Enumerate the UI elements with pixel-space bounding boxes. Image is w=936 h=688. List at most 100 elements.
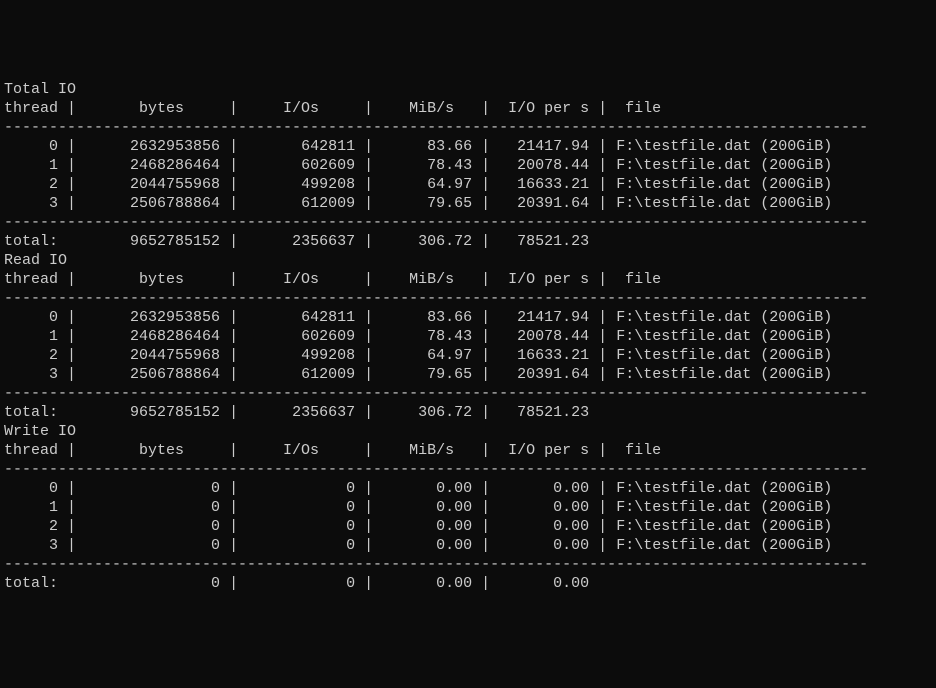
cell-iops: 21417.94 [499, 309, 589, 326]
cell-ios: 602609 [247, 328, 355, 345]
table-row: 1 | 2468286464 | 602609 | 78.43 | 20078.… [4, 327, 932, 346]
cell-iops: 20391.64 [499, 366, 589, 383]
cell-ios: 602609 [247, 157, 355, 174]
cell-file: F:\testfile.dat (200GiB) [616, 176, 832, 193]
table-header: thread | bytes | I/Os | MiB/s | I/O per … [4, 99, 932, 118]
cell-ios: 0 [247, 480, 355, 497]
table-row: 0 | 0 | 0 | 0.00 | 0.00 | F:\testfile.da… [4, 479, 932, 498]
cell-bytes: 0 [85, 499, 220, 516]
cell-file: F:\testfile.dat (200GiB) [616, 537, 832, 554]
table-header: thread | bytes | I/Os | MiB/s | I/O per … [4, 441, 932, 460]
cell-iops: 0.00 [499, 480, 589, 497]
cell-bytes: 2044755968 [85, 347, 220, 364]
cell-bytes: 2632953856 [85, 309, 220, 326]
cell-mibs: 306.72 [382, 404, 472, 421]
cell-mibs: 78.43 [382, 157, 472, 174]
cell-file: F:\testfile.dat (200GiB) [616, 157, 832, 174]
cell-bytes: 0 [85, 480, 220, 497]
cell-ios: 0 [247, 575, 355, 592]
section-title-line: Write IO [4, 422, 932, 441]
cell-iops: 78521.23 [499, 233, 589, 250]
cell-iops: 20078.44 [499, 328, 589, 345]
cell-ios: 0 [247, 499, 355, 516]
cell-mibs: 83.66 [382, 138, 472, 155]
cell-bytes: 2506788864 [85, 366, 220, 383]
cell-thread: 0 [4, 138, 58, 155]
cell-thread: 2 [4, 347, 58, 364]
cell-iops: 0.00 [499, 499, 589, 516]
table-row: 2 | 2044755968 | 499208 | 64.97 | 16633.… [4, 346, 932, 365]
cell-file: F:\testfile.dat (200GiB) [616, 347, 832, 364]
cell-iops: 20391.64 [499, 195, 589, 212]
table-total: total: 0 | 0 | 0.00 | 0.00 [4, 574, 932, 593]
cell-thread: 2 [4, 176, 58, 193]
cell-mibs: 0.00 [382, 518, 472, 535]
cell-file: F:\testfile.dat (200GiB) [616, 366, 832, 383]
cell-ios: 642811 [247, 309, 355, 326]
cell-bytes: 9652785152 [85, 404, 220, 421]
cell-thread: 1 [4, 499, 58, 516]
divider: ----------------------------------------… [4, 119, 868, 136]
cell-file: F:\testfile.dat (200GiB) [616, 518, 832, 535]
table-row: 1 | 0 | 0 | 0.00 | 0.00 | F:\testfile.da… [4, 498, 932, 517]
cell-mibs: 83.66 [382, 309, 472, 326]
cell-total-label: total: [4, 404, 58, 421]
cell-file: F:\testfile.dat (200GiB) [616, 309, 832, 326]
cell-file: F:\testfile.dat (200GiB) [616, 499, 832, 516]
table-total: total: 9652785152 | 2356637 | 306.72 | 7… [4, 232, 932, 251]
divider: ----------------------------------------… [4, 385, 868, 402]
cell-bytes: 0 [85, 537, 220, 554]
cell-thread: 0 [4, 480, 58, 497]
cell-bytes: 0 [85, 518, 220, 535]
cell-ios: 642811 [247, 138, 355, 155]
divider-line: ----------------------------------------… [4, 384, 932, 403]
table-row: 3 | 2506788864 | 612009 | 79.65 | 20391.… [4, 365, 932, 384]
cell-ios: 0 [247, 518, 355, 535]
divider: ----------------------------------------… [4, 214, 868, 231]
cell-iops: 20078.44 [499, 157, 589, 174]
cell-mibs: 306.72 [382, 233, 472, 250]
cell-file: F:\testfile.dat (200GiB) [616, 480, 832, 497]
cell-bytes: 2468286464 [85, 157, 220, 174]
section-title: Read IO [4, 252, 67, 269]
table-row: 2 | 2044755968 | 499208 | 64.97 | 16633.… [4, 175, 932, 194]
cell-total-label: total: [4, 575, 58, 592]
cell-thread: 1 [4, 157, 58, 174]
cell-mibs: 79.65 [382, 366, 472, 383]
cell-mibs: 0.00 [382, 499, 472, 516]
table-row: 0 | 2632953856 | 642811 | 83.66 | 21417.… [4, 137, 932, 156]
table-row: 3 | 0 | 0 | 0.00 | 0.00 | F:\testfile.da… [4, 536, 932, 555]
cell-iops: 16633.21 [499, 176, 589, 193]
cell-file: F:\testfile.dat (200GiB) [616, 328, 832, 345]
divider: ----------------------------------------… [4, 461, 868, 478]
cell-ios: 0 [247, 537, 355, 554]
table-row: 0 | 2632953856 | 642811 | 83.66 | 21417.… [4, 308, 932, 327]
cell-bytes: 2506788864 [85, 195, 220, 212]
cell-iops: 0.00 [499, 575, 589, 592]
section-title: Write IO [4, 423, 76, 440]
cell-ios: 2356637 [247, 233, 355, 250]
cell-mibs: 78.43 [382, 328, 472, 345]
cell-ios: 2356637 [247, 404, 355, 421]
cell-ios: 499208 [247, 176, 355, 193]
cell-ios: 612009 [247, 195, 355, 212]
cell-bytes: 2468286464 [85, 328, 220, 345]
section-title-line: Total IO [4, 80, 932, 99]
cell-mibs: 0.00 [382, 575, 472, 592]
cell-mibs: 0.00 [382, 537, 472, 554]
cell-mibs: 64.97 [382, 347, 472, 364]
terminal-output: Total IOthread | bytes | I/Os | MiB/s | … [4, 80, 932, 593]
cell-bytes: 0 [85, 575, 220, 592]
cell-file: F:\testfile.dat (200GiB) [616, 195, 832, 212]
table-total: total: 9652785152 | 2356637 | 306.72 | 7… [4, 403, 932, 422]
cell-iops: 0.00 [499, 518, 589, 535]
divider-line: ----------------------------------------… [4, 118, 932, 137]
cell-total-label: total: [4, 233, 58, 250]
cell-bytes: 9652785152 [85, 233, 220, 250]
table-row: 3 | 2506788864 | 612009 | 79.65 | 20391.… [4, 194, 932, 213]
section-title-line: Read IO [4, 251, 932, 270]
cell-bytes: 2044755968 [85, 176, 220, 193]
cell-thread: 3 [4, 537, 58, 554]
cell-iops: 21417.94 [499, 138, 589, 155]
divider-line: ----------------------------------------… [4, 213, 932, 232]
